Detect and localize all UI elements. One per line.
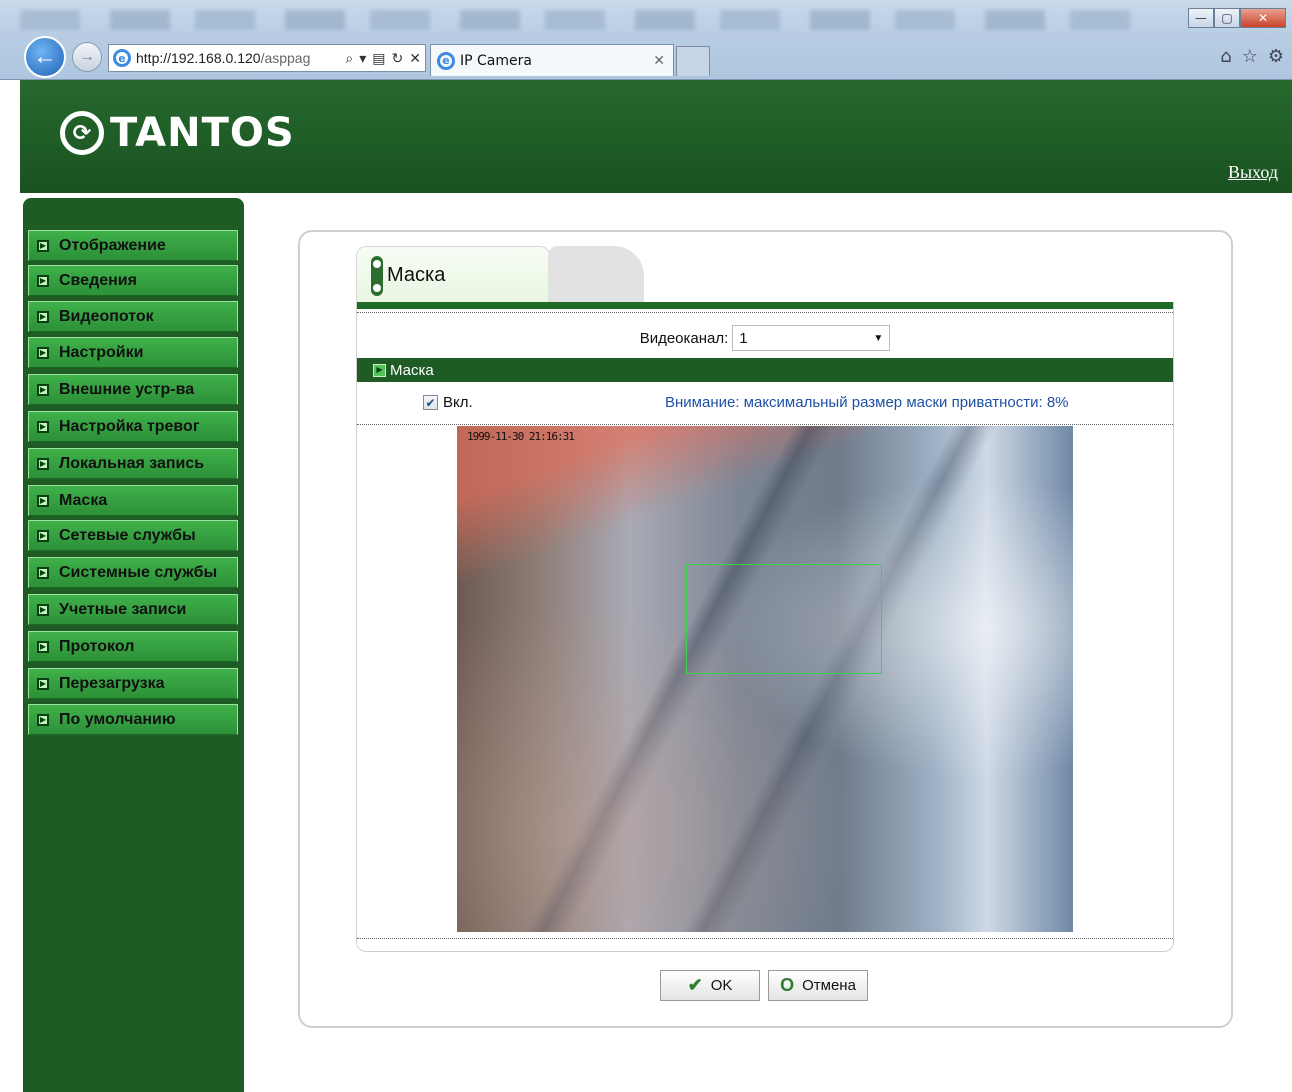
sidebar-item-display[interactable]: ▶ Отображение [28,230,238,261]
enable-label: Вкл. [443,394,473,411]
new-tab-button[interactable] [676,46,710,76]
tab-empty [548,246,644,304]
arrow-bullet-icon: ▶ [373,363,386,377]
arrow-bullet-icon: ▶ [37,640,49,653]
ie-icon: e [437,51,455,70]
gear-icon[interactable]: ⚙ [1268,46,1284,67]
sidebar-item-alarm-settings[interactable]: ▶ Настройка тревог [28,411,238,442]
ok-button[interactable]: ✔ OK [660,970,760,1001]
back-arrow-icon[interactable]: ← [24,36,66,78]
arrow-bullet-icon: ▶ [37,346,49,359]
video-image [457,426,1073,932]
sidebar-item-log[interactable]: ▶ Протокол [28,631,238,662]
mask-form: Маска Видеоканал: 1 ▼ ▶ Маска ✔ Вкл. Вни… [356,246,1174,952]
page: ⟳ TANTOS Выход ▶ Отображение ▶ Сведения ▶ В… [20,80,1292,1092]
header: ⟳ TANTOS Выход [20,80,1292,193]
divider [357,312,1173,313]
channel-label: Видеоканал: [639,329,729,347]
favorites-star-icon[interactable]: ☆ [1242,46,1258,67]
brand-name: TANTOS [110,110,295,156]
sidebar-item-videostream[interactable]: ▶ Видеопоток [28,301,238,332]
cancel-button[interactable]: O Отмена [768,970,868,1001]
browser-tab-title: IP Camera [460,52,532,69]
tantos-logo-icon: ⟳ [60,111,104,155]
form-box: Видеоканал: 1 ▼ ▶ Маска ✔ Вкл. Внимание:… [356,302,1174,952]
tab-close-icon[interactable]: ✕ [653,53,665,69]
forward-arrow-icon[interactable]: → [72,42,102,72]
divider [357,424,1173,425]
home-icon[interactable]: ⌂ [1220,46,1231,67]
address-tools: ⌕ ▾ ▤ ↻ ✕ [341,50,425,67]
cancel-circle-icon: O [780,975,795,995]
divider [357,302,1173,309]
arrow-bullet-icon: ▶ [37,420,49,433]
sidebar: ▶ Отображение ▶ Сведения ▶ Видеопоток ▶ Наст… [23,198,244,1092]
checkmark-icon: ✔ [687,975,703,995]
tab-mask[interactable]: Маска [356,246,550,304]
sidebar-item-settings[interactable]: ▶ Настройки [28,337,238,368]
video-timestamp: 1999-11-30 21:16:31 [467,430,575,443]
arrow-bullet-icon: ▶ [37,239,49,252]
sidebar-item-defaults[interactable]: ▶ По умолчанию [28,704,238,735]
browser-chrome: — ▢ ✕ ← → e http://192.168.0.120/asppag … [0,0,1292,80]
channel-value: 1 [739,329,748,347]
arrow-bullet-icon: ▶ [37,457,49,470]
section-header: ▶ Маска [357,358,1173,382]
sidebar-item-system-services[interactable]: ▶ Системные службы [28,557,238,588]
main-panel: Маска Видеоканал: 1 ▼ ▶ Маска ✔ Вкл. Вни… [298,230,1233,1028]
channel-row: Видеоканал: 1 ▼ [357,324,1173,352]
compat-view-icon[interactable]: ▤ [372,50,385,67]
sidebar-item-reboot[interactable]: ▶ Перезагрузка [28,668,238,699]
address-bar[interactable]: e http://192.168.0.120/asppag ⌕ ▾ ▤ ↻ ✕ [108,44,426,72]
arrow-bullet-icon: ▶ [37,603,49,616]
arrow-bullet-icon: ▶ [37,529,49,542]
arrow-bullet-icon: ▶ [37,713,49,726]
arrow-bullet-icon: ▶ [37,274,49,287]
address-url[interactable]: http://192.168.0.120/asppag [136,50,341,66]
browser-toolbar-blur [20,10,1160,30]
chevron-down-icon: ▼ [873,332,884,344]
arrow-bullet-icon: ▶ [37,566,49,579]
maximize-icon[interactable]: ▢ [1214,8,1240,28]
close-icon[interactable]: ✕ [1240,8,1286,28]
sidebar-item-accounts[interactable]: ▶ Учетные записи [28,594,238,625]
dropdown-icon[interactable]: ▾ [359,50,366,67]
channel-select[interactable]: 1 ▼ [732,325,891,351]
video-preview[interactable]: 1999-11-30 21:16:31 [457,426,1073,932]
button-row: ✔ OK O Отмена [660,970,868,1001]
refresh-icon[interactable]: ↻ [392,50,404,67]
minimize-icon[interactable]: — [1188,8,1214,28]
window-controls: — ▢ ✕ [1188,8,1286,28]
logout-link[interactable]: Выход [1228,162,1278,183]
section-title: Маска [390,361,434,379]
logo: ⟳ TANTOS [60,110,295,156]
privacy-mask-rectangle[interactable] [686,564,882,674]
browser-right-icons: ⌂ ☆ ⚙ [1220,46,1284,67]
sidebar-item-mask[interactable]: ▶ Маска [28,485,238,516]
arrow-bullet-icon: ▶ [37,494,49,507]
sidebar-item-external-devices[interactable]: ▶ Внешние устр-ва [28,374,238,405]
divider [357,938,1173,939]
tab-title: Маска [387,264,446,286]
tab-marker-icon [371,255,383,296]
browser-tab[interactable]: e IP Camera ✕ [430,44,674,76]
arrow-bullet-icon: ▶ [37,677,49,690]
sidebar-item-network-services[interactable]: ▶ Сетевые службы [28,520,238,551]
search-icon[interactable]: ⌕ [345,50,353,67]
stop-icon[interactable]: ✕ [409,50,421,67]
arrow-bullet-icon: ▶ [37,383,49,396]
sidebar-item-local-recording[interactable]: ▶ Локальная запись [28,448,238,479]
sidebar-item-info[interactable]: ▶ Сведения [28,265,238,296]
enable-checkbox[interactable]: ✔ [423,395,438,410]
enable-row: ✔ Вкл. Внимание: максимальный размер мас… [357,392,1173,416]
warning-text: Внимание: максимальный размер маски прив… [665,394,1069,411]
arrow-bullet-icon: ▶ [37,310,49,323]
ie-icon: e [113,49,131,67]
